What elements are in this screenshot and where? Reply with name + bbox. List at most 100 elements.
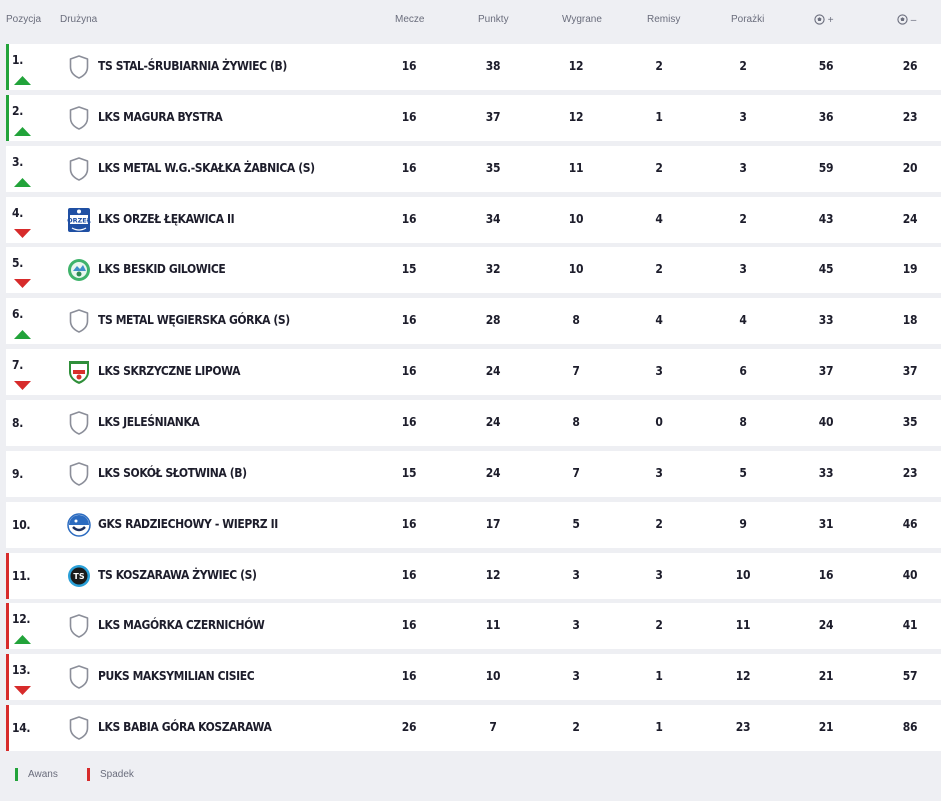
- team-name-link[interactable]: LKS MAGURA BYSTRA: [98, 110, 223, 124]
- stat-played: 15: [401, 262, 417, 277]
- stat-points: 24: [485, 364, 501, 379]
- stat-lost: 9: [739, 516, 747, 531]
- football-icon: [897, 14, 908, 25]
- team-name-link[interactable]: LKS JELEŚNIANKA: [98, 415, 200, 429]
- koszarawa-crest-icon: TS: [66, 562, 92, 590]
- table-row[interactable]: 12. LKS MAGÓRKA CZERNICHÓW 16 11 3 2 11 24 41: [6, 603, 941, 650]
- promotion-zone-bar: [6, 94, 9, 141]
- table-row[interactable]: 10. GKS RADZIECHOWY - WIEPRZ II 16 17 5 2 9 31 4…: [6, 501, 941, 548]
- svg-text:TS: TS: [73, 572, 84, 581]
- stat-gf: 43: [818, 211, 834, 226]
- stat-ga: 24: [902, 211, 918, 226]
- shield-placeholder-icon: [66, 53, 92, 81]
- stat-lost: 6: [739, 364, 747, 379]
- position-number: 10.: [12, 517, 31, 532]
- table-row[interactable]: 1. TS STAL-ŚRUBIARNIA ŻYWIEC (B) 16 38 12 2 2 5…: [6, 44, 941, 90]
- table-row[interactable]: 4. ORZEŁ LKS ORZEŁ ŁĘKAWICA II 16 34 10 4 2 43 24: [6, 196, 941, 243]
- team-name-link[interactable]: LKS BABIA GÓRA KOSZARAWA: [98, 720, 272, 734]
- stat-ga: 40: [902, 567, 918, 582]
- stat-lost: 4: [739, 313, 747, 328]
- skrzyczne-crest-icon: [66, 358, 92, 386]
- stat-lost: 2: [739, 211, 747, 226]
- shield-placeholder-icon: [66, 104, 92, 132]
- stat-points: 12: [485, 567, 501, 582]
- header-played: Mecze: [395, 14, 425, 25]
- stat-won: 8: [572, 313, 580, 328]
- stat-gf: 37: [818, 364, 834, 379]
- stat-drawn: 3: [655, 364, 663, 379]
- team-name-link[interactable]: LKS ORZEŁ ŁĘKAWICA II: [98, 212, 235, 226]
- stat-lost: 12: [735, 669, 751, 684]
- team-name-link[interactable]: TS STAL-ŚRUBIARNIA ŻYWIEC (B): [98, 59, 287, 73]
- header-goals-for: +: [814, 14, 834, 26]
- table-row[interactable]: 7. LKS SKRZYCZNE LIPOWA 16 24 7 3 6 37 37: [6, 349, 941, 396]
- stat-points: 11: [485, 618, 501, 633]
- position-number: 2.: [12, 103, 24, 118]
- position-number: 1.: [12, 53, 24, 67]
- header-team: Drużyna: [60, 14, 98, 25]
- stat-ga: 23: [902, 465, 918, 480]
- stat-points: 24: [485, 465, 501, 480]
- shield-placeholder-icon: [66, 409, 92, 437]
- stat-drawn: 1: [655, 669, 663, 684]
- stat-played: 16: [401, 669, 417, 684]
- stat-drawn: 1: [655, 720, 663, 735]
- table-row[interactable]: 2. LKS MAGURA BYSTRA 16 37 12 1 3 36 23: [6, 94, 941, 141]
- stat-points: 28: [485, 313, 501, 328]
- table-row[interactable]: 13. PUKS MAKSYMILIAN CISIEC 16 10 3 1 12 21 57: [6, 654, 941, 701]
- team-name-link[interactable]: LKS MAGÓRKA CZERNICHÓW: [98, 618, 265, 632]
- relegation-zone-bar: [6, 552, 9, 599]
- stat-points: 38: [485, 59, 501, 73]
- stat-gf: 36: [818, 109, 834, 124]
- stat-won: 11: [568, 160, 584, 175]
- stat-lost: 11: [735, 618, 751, 633]
- stat-won: 10: [568, 262, 584, 277]
- stat-won: 12: [568, 109, 584, 124]
- stat-played: 16: [401, 160, 417, 175]
- table-row[interactable]: 14. LKS BABIA GÓRA KOSZARAWA 26 7 2 1 23 21 86: [6, 705, 941, 752]
- stat-drawn: 3: [655, 567, 663, 582]
- stat-played: 16: [401, 109, 417, 124]
- table-row[interactable]: 11. TS TS KOSZARAWA ŻYWIEC (S) 16 12 3 3 10 16 40: [6, 552, 941, 599]
- stat-ga: 57: [902, 669, 918, 684]
- stat-gf: 40: [818, 414, 834, 429]
- position-number: 3.: [12, 154, 24, 169]
- shield-placeholder-icon: [66, 460, 92, 488]
- position-number: 5.: [12, 256, 24, 271]
- team-name-link[interactable]: LKS SKRZYCZNE LIPOWA: [98, 364, 240, 378]
- stat-drawn: 4: [655, 211, 663, 226]
- stat-played: 16: [401, 364, 417, 379]
- stat-played: 15: [401, 465, 417, 480]
- table-row[interactable]: 8. LKS JELEŚNIANKA 16 24 8 0 8 40 35: [6, 399, 941, 446]
- stat-won: 2: [572, 720, 580, 735]
- table-row[interactable]: 6. TS METAL WĘGIERSKA GÓRKA (S) 16 28 8 4 4 33 1…: [6, 298, 941, 345]
- team-name-link[interactable]: LKS BESKID GILOWICE: [98, 262, 226, 276]
- position-number: 11.: [12, 568, 31, 583]
- table-header: Pozycja Drużyna Mecze Punkty Wygrane Rem…: [0, 0, 941, 40]
- team-name-link[interactable]: GKS RADZIECHOWY - WIEPRZ II: [98, 517, 278, 531]
- stat-ga: 26: [902, 59, 918, 73]
- table-row[interactable]: 9. LKS SOKÓŁ SŁOTWINA (B) 15 24 7 3 5 33 23: [6, 450, 941, 497]
- stat-points: 10: [485, 669, 501, 684]
- stat-ga: 35: [902, 414, 918, 429]
- stat-won: 3: [572, 669, 580, 684]
- stat-drawn: 3: [655, 465, 663, 480]
- stat-ga: 23: [902, 109, 918, 124]
- team-name-link[interactable]: LKS METAL W.G.-SKAŁKA ŻABNICA (S): [98, 161, 315, 175]
- table-row[interactable]: 5. LKS BESKID GILOWICE 15 32 10 2 3 45 19: [6, 247, 941, 294]
- header-won: Wygrane: [562, 14, 602, 25]
- table-row[interactable]: 3. LKS METAL W.G.-SKAŁKA ŻABNICA (S) 16 35 1…: [6, 145, 941, 192]
- stat-drawn: 2: [655, 618, 663, 633]
- stat-gf: 31: [818, 516, 834, 531]
- team-name-link[interactable]: PUKS MAKSYMILIAN CISIEC: [98, 669, 255, 683]
- beskid-crest-icon: [66, 256, 92, 284]
- team-name-link[interactable]: TS KOSZARAWA ŻYWIEC (S): [98, 568, 257, 582]
- position-number: 6.: [12, 307, 24, 322]
- trend-down-icon: [14, 275, 31, 289]
- team-name-link[interactable]: LKS SOKÓŁ SŁOTWINA (B): [98, 466, 247, 480]
- trend-down-icon: [14, 377, 31, 391]
- wieprz-crest-icon: [66, 511, 92, 539]
- stat-won: 7: [572, 364, 580, 379]
- team-name-link[interactable]: TS METAL WĘGIERSKA GÓRKA (S): [98, 313, 290, 327]
- legend-promotion-swatch: [15, 768, 18, 781]
